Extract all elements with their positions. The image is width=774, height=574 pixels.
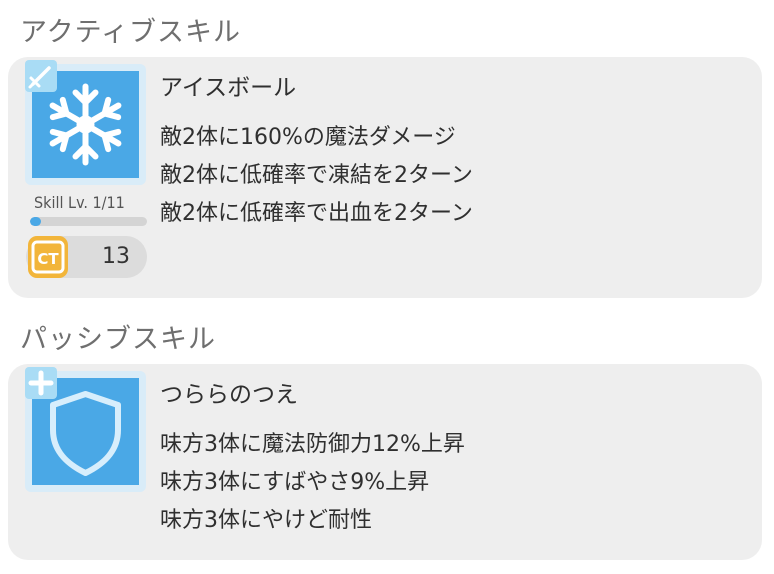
passive-effect-2: 味方3体にすばやさ9%上昇 xyxy=(160,470,430,495)
skill-level-bar xyxy=(30,217,147,226)
ct-icon-label: CT xyxy=(37,250,59,268)
skill-panel: アクティブスキル Skill Lv. 1/11 CT 13 アイスボール 敵2体… xyxy=(0,0,774,574)
ct-icon: CT xyxy=(28,236,68,278)
passive-skill-card[interactable]: つららのつえ 味方3体に魔法防御力12%上昇 味方3体にすばやさ9%上昇 味方3… xyxy=(8,364,762,560)
cooldown-pill: CT 13 xyxy=(26,236,147,278)
passive-skill-heading: パッシブスキル xyxy=(20,324,216,355)
active-skill-card[interactable]: Skill Lv. 1/11 CT 13 アイスボール 敵2体に160%の魔法ダ… xyxy=(8,57,762,298)
active-skill-name: アイスボール xyxy=(160,75,297,101)
plus-icon xyxy=(25,367,57,399)
skill-level-label: Skill Lv. 1/11 xyxy=(34,193,125,212)
active-effect-2: 敵2体に低確率で凍結を2ターン xyxy=(160,163,473,188)
active-effect-3: 敵2体に低確率で出血を2ターン xyxy=(160,201,473,226)
passive-effect-3: 味方3体にやけど耐性 xyxy=(160,508,372,533)
active-effect-1: 敵2体に160%の魔法ダメージ xyxy=(160,125,456,150)
passive-effect-1: 味方3体に魔法防御力12%上昇 xyxy=(160,432,465,457)
active-skill-heading: アクティブスキル xyxy=(20,17,242,48)
skill-level-fill xyxy=(30,217,41,226)
sword-icon xyxy=(25,60,57,92)
cooldown-value: 13 xyxy=(102,244,130,269)
passive-skill-name: つららのつえ xyxy=(160,382,298,408)
